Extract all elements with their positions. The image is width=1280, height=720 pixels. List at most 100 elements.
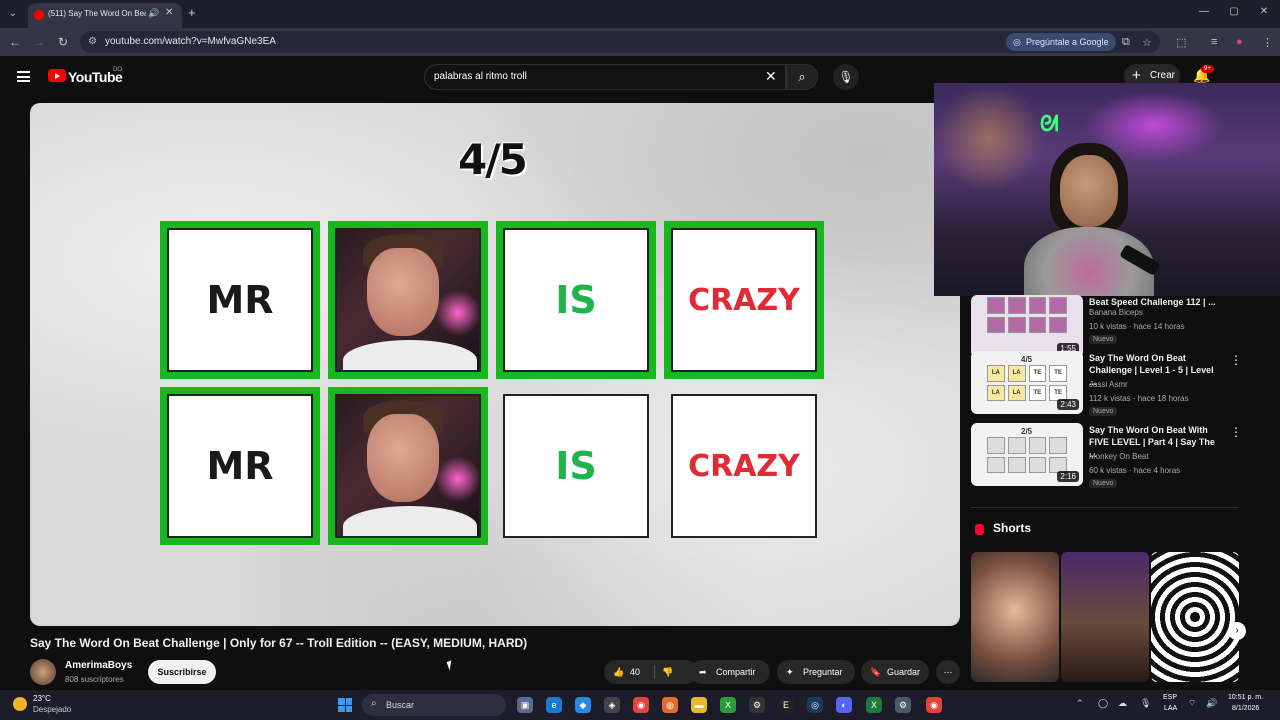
clock-date[interactable]: 8/1/2026 [1232,705,1259,712]
tray-expand-icon[interactable]: ⌃ [1076,698,1084,709]
task-view-icon[interactable]: ▣ [517,697,533,713]
epic-games-icon[interactable]: E [778,697,794,713]
thumb-tile: LA [1007,365,1026,382]
tab-search-icon[interactable]: ⌄ [6,7,20,21]
bookmark-star-icon[interactable]: ☆ [1142,36,1152,49]
temperature[interactable]: 23°C [33,694,51,703]
close-tab-icon[interactable]: ✕ [165,7,173,18]
more-actions-button[interactable]: ⋯ [936,660,960,684]
face-image [335,228,481,372]
game-card-r2-c3: IS [496,387,656,545]
short-thumbnail[interactable] [971,552,1059,682]
thumb-score: 4/5 [1021,355,1033,364]
video-thumbnail[interactable]: 2/5 2:16 [971,423,1083,486]
subscribe-button[interactable]: Suscribirse [148,660,216,684]
chrome-icon[interactable]: ◉ [633,697,649,713]
onedrive-icon[interactable]: ☁ [1118,698,1127,709]
install-app-icon[interactable]: ⧉ [1122,36,1130,49]
minimize-icon[interactable]: — [1197,6,1211,17]
recommended-video[interactable]: 1:55 Beat Speed Challenge 112 | ... Bana… [971,295,1243,359]
thumb-tile: TE [1028,384,1047,401]
weather-condition[interactable]: Despejado [33,705,71,714]
dislike-icon[interactable]: 👎 [662,660,673,684]
game-card-r1-c3: IS [496,221,656,379]
language-code[interactable]: ESP [1163,694,1177,701]
media-control-icon[interactable]: ≡ [1211,36,1217,48]
back-icon[interactable]: ← [8,35,22,49]
microphone-icon[interactable]: 🎙 [1140,698,1151,709]
video-player[interactable]: 4/5 MR IS CRAZY MR IS CRAZY [30,103,960,626]
windows-taskbar: 23°C Despejado ⌕ Buscar ▣ e ◆ ◈ ◉ ◍ ▬ X … [0,690,1280,720]
video-thumbnail[interactable]: 1:55 [971,295,1083,358]
maximize-icon[interactable]: ▢ [1227,6,1241,17]
discord-icon[interactable]: ◐ [836,697,852,713]
search-input[interactable]: palabras al ritmo troll ✕ [424,64,786,90]
reload-icon[interactable]: ↻ [56,35,70,49]
more-options-icon[interactable]: ⋮ [1230,425,1242,439]
wifi-icon[interactable]: ⌔ [1188,698,1196,709]
steam-icon[interactable]: ◎ [807,697,823,713]
app-icon[interactable]: ⚙ [749,697,765,713]
forward-icon[interactable]: → [32,35,46,49]
search-icon: ⌕ [798,69,806,84]
volume-icon[interactable]: 🔊 [1206,698,1217,709]
like-icon[interactable]: 👍 [613,660,624,684]
site-info-icon[interactable]: ⚙ [88,36,97,47]
chrome-icon[interactable]: ◉ [926,697,942,713]
save-button[interactable]: 🔖 Guardar [861,660,929,684]
share-label: Compartir [716,667,756,677]
shorts-next-icon[interactable]: › [1228,622,1246,640]
channel-name[interactable]: Jassi Asmr [1089,380,1128,389]
audio-icon[interactable]: 🔊 [148,8,159,19]
like-count[interactable]: 40 [630,660,640,684]
file-explorer-icon[interactable]: ▬ [691,697,707,713]
browser-tab-youtube[interactable]: (511) Say The Word On Beat 🔊 ✕ [28,3,182,28]
tab-title: (511) Say The Word On Beat [48,9,146,18]
video-thumbnail[interactable]: 4/5 LA LA TE TE LA LA TE TE 2:43 [971,351,1083,414]
ask-google-button[interactable]: ◎ Pregúntale a Google [1006,33,1116,51]
search-button[interactable]: ⌕ [786,64,818,90]
more-options-icon[interactable]: ⋮ [1230,353,1242,367]
extensions-icon[interactable]: ⬚ [1176,36,1186,49]
clock-time[interactable]: 10:51 p. m. [1228,694,1263,701]
start-icon[interactable] [338,698,352,712]
video-title[interactable]: Beat Speed Challenge 112 | ... [1089,296,1223,308]
settings-icon[interactable]: ⚙ [895,697,911,713]
webcam-overlay: ᘛ [934,83,1280,296]
youtube-logo-icon[interactable] [48,69,66,82]
tray-app-icon[interactable]: ◯ [1098,698,1108,709]
weather-icon[interactable] [13,697,27,711]
browser-menu-icon[interactable]: ⋮ [1262,36,1273,49]
recommended-video[interactable]: 2/5 2:16 Say The Word On Beat With FIVE … [971,423,1243,488]
new-tab-icon[interactable]: + [188,5,196,20]
profile-icon[interactable]: ● [1236,36,1243,48]
menu-icon[interactable] [17,71,30,82]
excel-icon[interactable]: X [866,697,882,713]
copilot-icon[interactable]: ◆ [575,697,591,713]
taskbar-search[interactable]: ⌕ Buscar [362,694,506,716]
channel-name[interactable]: AmerimaBoys [65,660,132,671]
firefox-icon[interactable]: ◍ [662,697,678,713]
channel-name[interactable]: Monkey On Beat [1089,452,1149,461]
voice-search-button[interactable]: 🎙 [833,64,859,90]
neon-sign: ᘛ [1040,111,1059,136]
edge-icon[interactable]: e [546,697,562,713]
more-icon: ⋯ [943,667,953,677]
channel-avatar[interactable] [30,659,56,685]
subscriber-count: 808 suscriptores [65,675,124,684]
clear-search-icon[interactable]: ✕ [765,68,777,85]
channel-name[interactable]: Banana Biceps [1089,308,1143,317]
youtube-favicon-icon [34,10,44,20]
recommended-video[interactable]: 4/5 LA LA TE TE LA LA TE TE 2:43 Say The… [971,351,1243,416]
ask-button[interactable]: ✦ Preguntar [777,660,855,684]
xbox-icon[interactable]: X [720,697,736,713]
share-button[interactable]: ➦ Compartir [690,660,770,684]
short-thumbnail[interactable] [1061,552,1149,682]
browser-toolbar: ← → ↻ ⚙ youtube.com/watch?v=MwfvaGNe3EA … [0,28,1280,56]
app-icon[interactable]: ◈ [604,697,620,713]
short-thumbnail[interactable] [1151,552,1239,682]
keyboard-layout[interactable]: LAA [1164,705,1177,712]
close-window-icon[interactable]: ✕ [1257,6,1271,17]
search-query: palabras al ritmo troll [434,71,527,82]
address-bar[interactable]: ⚙ youtube.com/watch?v=MwfvaGNe3EA ◎ Pregú… [80,31,1160,53]
